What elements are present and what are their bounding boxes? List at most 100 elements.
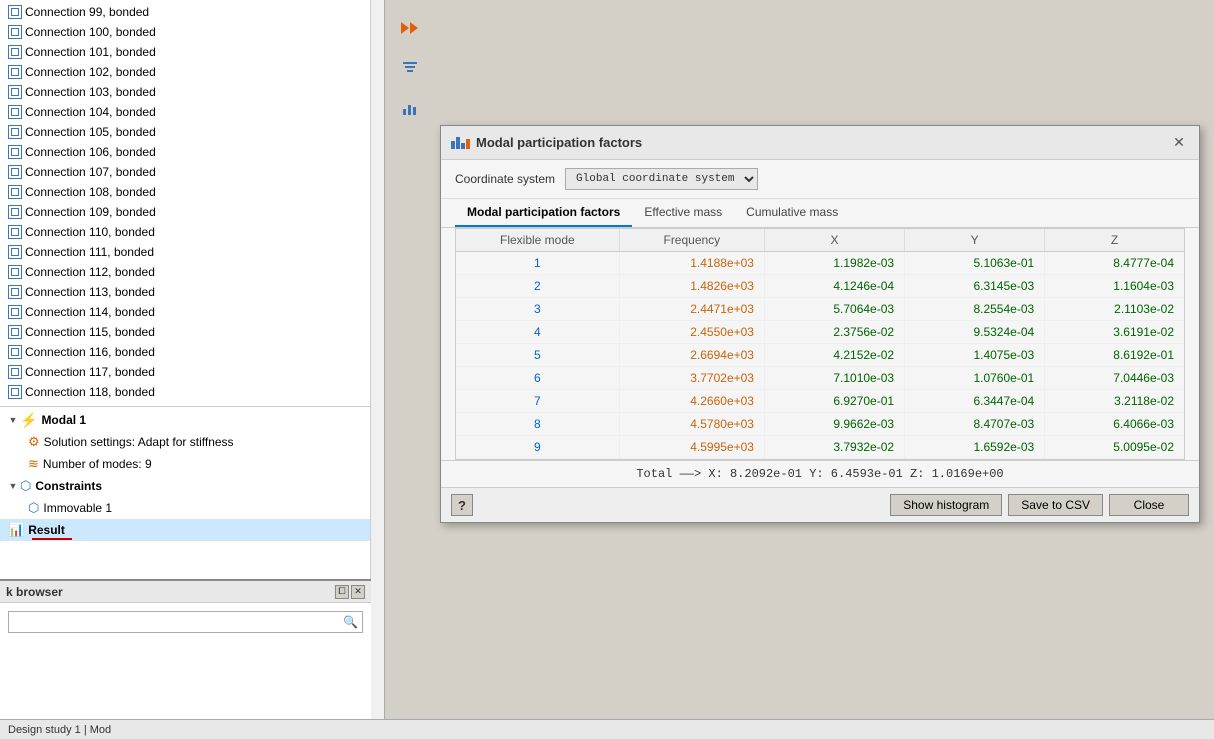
constraints-item[interactable]: ▼ ⬡ Constraints	[0, 475, 384, 497]
list-item[interactable]: Connection 110, bonded	[0, 222, 384, 242]
chart-button[interactable]	[392, 90, 428, 126]
cell-y: 6.3145e-03	[905, 275, 1045, 298]
solution-settings-item[interactable]: ⚙ Solution settings: Adapt for stiffness	[0, 431, 384, 453]
list-item[interactable]: Connection 109, bonded	[0, 202, 384, 222]
list-item[interactable]: Connection 107, bonded	[0, 162, 384, 182]
tree-item-label: Connection 114, bonded	[25, 305, 155, 319]
close-panel-button[interactable]: ✕	[351, 585, 365, 599]
modal-footer: ? Show histogram Save to CSV Close	[441, 487, 1199, 522]
list-item[interactable]: Connection 115, bonded	[0, 322, 384, 342]
list-item[interactable]: Connection 118, bonded	[0, 382, 384, 402]
tab-modal-participation-factors[interactable]: Modal participation factors	[455, 199, 632, 227]
modal-chart-icon	[451, 137, 470, 149]
coordinate-select[interactable]: Global coordinate system	[565, 168, 758, 190]
table-row[interactable]: 94.5995e+033.7932e-021.6592e-035.0095e-0…	[456, 436, 1184, 459]
cell-frequency: 3.7702e+03	[619, 367, 764, 390]
result-item[interactable]: 📊 Result	[0, 519, 384, 541]
modal-participation-factors-dialog: Modal participation factors ✕ Coordinate…	[440, 125, 1200, 523]
cell-z: 3.2118e-02	[1045, 390, 1184, 413]
save-csv-button[interactable]: Save to CSV	[1008, 494, 1103, 516]
table-row[interactable]: 42.4550e+032.3756e-029.5324e-043.6191e-0…	[456, 321, 1184, 344]
footer-left: ?	[451, 494, 473, 516]
cell-x: 5.7064e-03	[764, 298, 904, 321]
table-row[interactable]: 21.4826e+034.1246e-046.3145e-031.1604e-0…	[456, 275, 1184, 298]
tree-item-label: Connection 109, bonded	[25, 205, 156, 219]
coordinate-label: Coordinate system	[455, 172, 555, 186]
tree-item-label: Connection 115, bonded	[25, 325, 155, 339]
immovable-label: Immovable 1	[43, 501, 112, 515]
cell-mode: 1	[456, 252, 619, 275]
table-row[interactable]: 32.4471e+035.7064e-038.2554e-032.1103e-0…	[456, 298, 1184, 321]
tree-item-label: Connection 108, bonded	[25, 185, 156, 199]
col-header-freq: Frequency	[619, 229, 764, 252]
list-item[interactable]: Connection 113, bonded	[0, 282, 384, 302]
table-row[interactable]: 84.5780e+039.9662e-038.4707e-036.4066e-0…	[456, 413, 1184, 436]
cell-frequency: 1.4826e+03	[619, 275, 764, 298]
status-bar: Design study 1 | Mod	[0, 719, 1214, 739]
cell-mode: 2	[456, 275, 619, 298]
restore-button[interactable]: ⧠	[335, 585, 349, 599]
tree-item-label: Connection 118, bonded	[25, 385, 155, 399]
immovable-item[interactable]: ⬡ Immovable 1	[0, 497, 384, 519]
scrollbar[interactable]	[370, 0, 384, 739]
tab-cumulative-mass[interactable]: Cumulative mass	[734, 199, 850, 227]
cell-x: 4.1246e-04	[764, 275, 904, 298]
list-item[interactable]: Connection 102, bonded	[0, 62, 384, 82]
modal-titlebar: Modal participation factors ✕	[441, 126, 1199, 160]
table-row[interactable]: 52.6694e+034.2152e-021.4075e-038.6192e-0…	[456, 344, 1184, 367]
table-row[interactable]: 74.2660e+036.9270e-016.3447e-043.2118e-0…	[456, 390, 1184, 413]
tree-item-label: Connection 107, bonded	[25, 165, 156, 179]
table-row[interactable]: 63.7702e+037.1010e-031.0760e-017.0446e-0…	[456, 367, 1184, 390]
close-dialog-icon-button[interactable]: ✕	[1169, 133, 1189, 153]
cell-z: 3.6191e-02	[1045, 321, 1184, 344]
list-item[interactable]: Connection 114, bonded	[0, 302, 384, 322]
fast-forward-button[interactable]	[392, 10, 428, 46]
modes-icon: ≋	[28, 456, 39, 472]
table-row[interactable]: 11.4188e+031.1982e-035.1063e-018.4777e-0…	[456, 252, 1184, 275]
cell-y: 8.2554e-03	[905, 298, 1045, 321]
settings-icon: ⚙	[28, 434, 40, 450]
tree-item-label: Connection 105, bonded	[25, 125, 156, 139]
cell-z: 5.0095e-02	[1045, 436, 1184, 459]
expand-icon: ▼	[8, 415, 18, 425]
number-of-modes-item[interactable]: ≋ Number of modes: 9	[0, 453, 384, 475]
result-icon: 📊	[8, 522, 24, 538]
connection-icon	[8, 65, 22, 79]
list-item[interactable]: Connection 112, bonded	[0, 262, 384, 282]
close-button[interactable]: Close	[1109, 494, 1189, 516]
list-item[interactable]: Connection 103, bonded	[0, 82, 384, 102]
list-item[interactable]: Connection 104, bonded	[0, 102, 384, 122]
bottom-panel-controls: ⧠ ✕	[335, 585, 365, 599]
search-bar[interactable]: 🔍	[8, 611, 363, 633]
list-item[interactable]: Connection 117, bonded	[0, 362, 384, 382]
solution-settings-label: Solution settings: Adapt for stiffness	[44, 435, 234, 449]
connection-icon	[8, 125, 22, 139]
list-item[interactable]: Connection 105, bonded	[0, 122, 384, 142]
left-panel: Connection 99, bonded Connection 100, bo…	[0, 0, 385, 739]
show-histogram-button[interactable]: Show histogram	[890, 494, 1002, 516]
modal1-item[interactable]: ▼ ⚡ Modal 1	[0, 409, 384, 431]
cell-frequency: 4.5995e+03	[619, 436, 764, 459]
list-item[interactable]: Connection 99, bonded	[0, 2, 384, 22]
modal-title: Modal participation factors	[476, 135, 642, 150]
connection-icon	[8, 5, 22, 19]
filter-button[interactable]	[392, 50, 428, 86]
list-item[interactable]: Connection 111, bonded	[0, 242, 384, 262]
cell-mode: 9	[456, 436, 619, 459]
cell-mode: 7	[456, 390, 619, 413]
list-item[interactable]: Connection 108, bonded	[0, 182, 384, 202]
list-item[interactable]: Connection 101, bonded	[0, 42, 384, 62]
bottom-panel: k browser ⧠ ✕ 🔍	[0, 579, 371, 739]
search-input[interactable]	[13, 615, 343, 629]
tree-item-label: Connection 112, bonded	[25, 265, 155, 279]
connection-icon	[8, 305, 22, 319]
help-button[interactable]: ?	[451, 494, 473, 516]
footer-right: Show histogram Save to CSV Close	[890, 494, 1189, 516]
connection-icon	[8, 225, 22, 239]
modes-label: Number of modes: 9	[43, 457, 152, 471]
list-item[interactable]: Connection 106, bonded	[0, 142, 384, 162]
list-item[interactable]: Connection 100, bonded	[0, 22, 384, 42]
tab-effective-mass[interactable]: Effective mass	[632, 199, 734, 227]
cell-x: 7.1010e-03	[764, 367, 904, 390]
list-item[interactable]: Connection 116, bonded	[0, 342, 384, 362]
